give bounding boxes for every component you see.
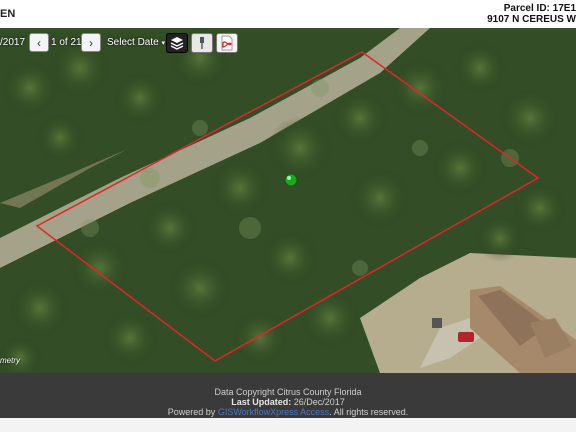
rights-text: . All rights reserved.: [329, 407, 409, 417]
imagery-date: /2017: [0, 37, 26, 48]
layers-icon: [170, 37, 184, 50]
select-date-dropdown[interactable]: Select Date ▾: [107, 37, 165, 48]
header-bar: EN Parcel ID: 17E1 9107 N CEREUS W: [0, 0, 576, 29]
last-updated: Last Updated: 26/Dec/2017: [0, 397, 576, 407]
last-updated-date: 26/Dec/2017: [293, 397, 345, 407]
select-date-label: Select Date: [107, 37, 159, 48]
bottom-strip: [0, 418, 576, 432]
caret-down-icon: ▾: [161, 40, 165, 47]
footer: Data Copyright Citrus County Florida Las…: [0, 373, 576, 418]
prev-date-button[interactable]: ‹: [29, 33, 49, 52]
parcel-address: 9107 N CEREUS W: [487, 14, 576, 25]
pin-button[interactable]: [191, 33, 213, 53]
layers-button[interactable]: [166, 33, 188, 53]
imagery-toolbar: /2017 ‹ 1 of 21 › Select Date ▾: [0, 33, 240, 55]
copyright-text: Data Copyright Citrus County Florida: [214, 387, 362, 397]
last-updated-label: Last Updated:: [231, 397, 292, 407]
image-count: 1 of 21: [51, 37, 82, 48]
location-marker: [284, 173, 298, 187]
chevron-left-icon: ‹: [37, 35, 41, 50]
metric-label: metry: [0, 356, 20, 365]
powered-by-link[interactable]: GISWorkflowXpress Access: [218, 407, 329, 417]
pdf-icon: [221, 35, 233, 51]
powered-by-line: Powered by GISWorkflowXpress Access. All…: [0, 407, 576, 417]
header-left-text: EN: [0, 8, 16, 20]
pdf-button[interactable]: [216, 33, 238, 53]
chevron-right-icon: ›: [89, 35, 93, 50]
next-date-button[interactable]: ›: [81, 33, 101, 52]
powered-by-text: Powered by: [167, 407, 216, 417]
aerial-imagery: [0, 28, 576, 373]
pin-icon: [200, 37, 204, 49]
parcel-id-label: Parcel ID: 17E1: [503, 3, 576, 14]
aerial-map[interactable]: [0, 28, 576, 373]
